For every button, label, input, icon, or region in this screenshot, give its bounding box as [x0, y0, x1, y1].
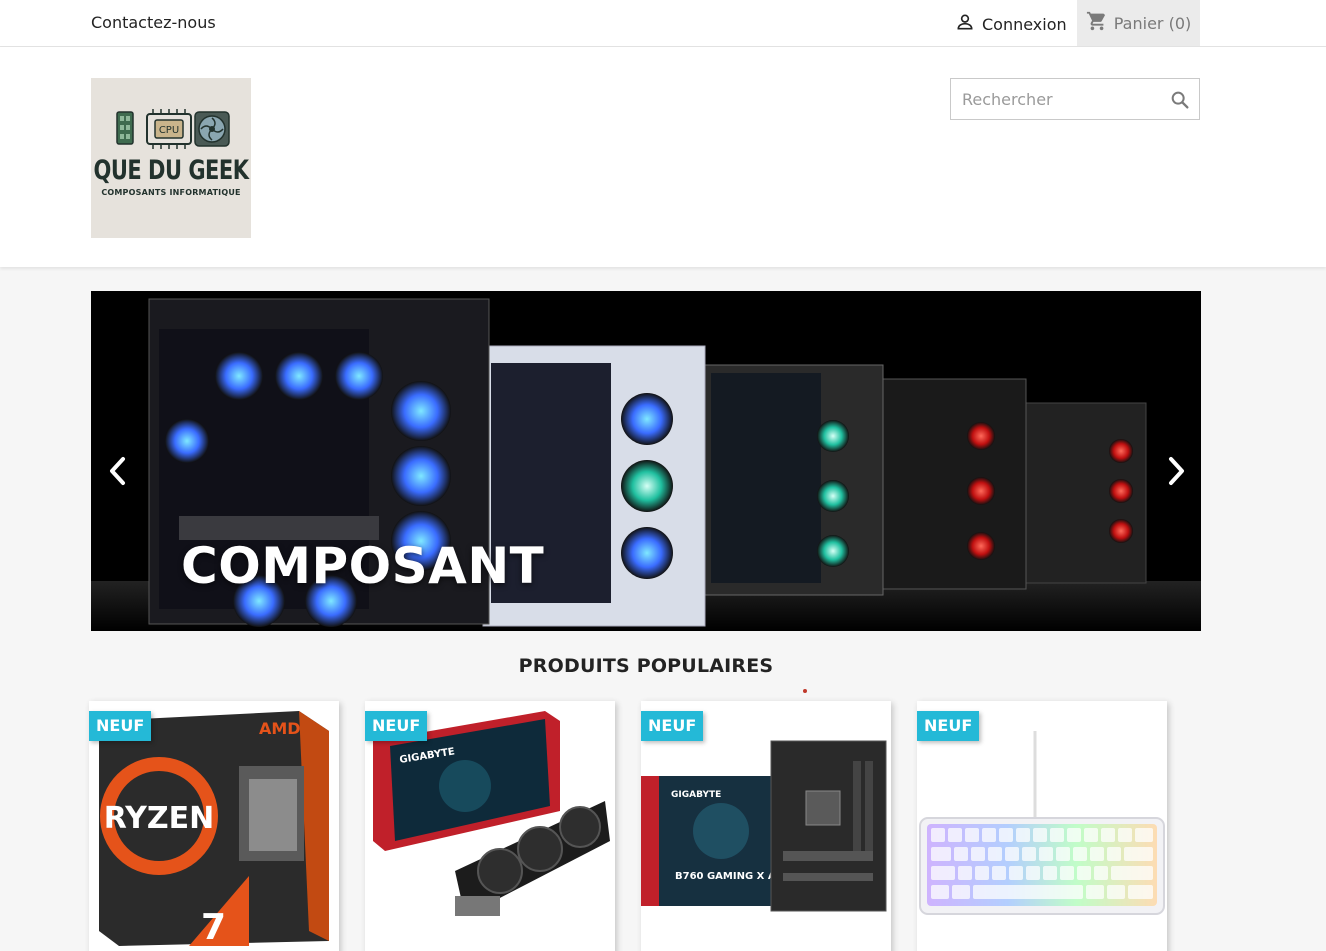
new-badge: NEUF — [641, 711, 704, 741]
chevron-left-icon[interactable] — [103, 453, 133, 489]
search-icon[interactable] — [1169, 89, 1191, 111]
svg-text:RYZEN: RYZEN — [104, 801, 215, 836]
svg-text:GIGABYTE: GIGABYTE — [671, 790, 721, 800]
carousel-caption: COMPOSANT — [181, 537, 545, 595]
logo-title: QUE DU GEEK — [93, 155, 249, 185]
search-box — [950, 78, 1200, 120]
hero-carousel[interactable]: COMPOSANT — [91, 291, 1201, 631]
user-icon — [955, 12, 975, 36]
logo-subtitle: COMPOSANTS INFORMATIQUE — [101, 188, 241, 197]
popular-products-title: PRODUITS POPULAIRES — [518, 655, 774, 677]
cart-button[interactable]: Panier (0) — [1077, 0, 1200, 46]
svg-text:7: 7 — [201, 907, 226, 948]
new-badge: NEUF — [365, 711, 428, 741]
search-input[interactable] — [951, 79, 1161, 119]
product-card[interactable]: NEUF — [917, 701, 1167, 951]
login-link[interactable]: Connexion — [955, 12, 1067, 36]
new-badge: NEUF — [89, 711, 152, 741]
product-card[interactable]: GIGABYTE B760 GAMING X AX NEUF — [641, 701, 891, 951]
product-card[interactable]: GIGABYTE NEUF — [365, 701, 615, 951]
header: CPU QUE DU GEEK COMPOSANTS INFORMATIQUE — [0, 47, 1326, 267]
cart-icon — [1086, 10, 1108, 36]
site-logo[interactable]: CPU QUE DU GEEK COMPOSANTS INFORMATIQUE — [91, 78, 251, 238]
svg-text:B760 GAMING X AX: B760 GAMING X AX — [675, 871, 784, 882]
top-nav: Contactez-nous Connexion Panier (0) — [0, 0, 1326, 47]
cart-label: Panier (0) — [1113, 13, 1192, 33]
decorative-dot — [803, 689, 807, 693]
chevron-right-icon[interactable] — [1161, 453, 1191, 489]
new-badge: NEUF — [917, 711, 980, 741]
svg-text:CPU: CPU — [159, 125, 179, 136]
contact-link[interactable]: Contactez-nous — [91, 13, 216, 32]
logo-components-icon: CPU — [116, 109, 230, 149]
login-label: Connexion — [982, 14, 1067, 34]
product-card[interactable]: RYZEN AMD 7 NEUF — [89, 701, 339, 951]
svg-text:AMD: AMD — [259, 719, 301, 738]
